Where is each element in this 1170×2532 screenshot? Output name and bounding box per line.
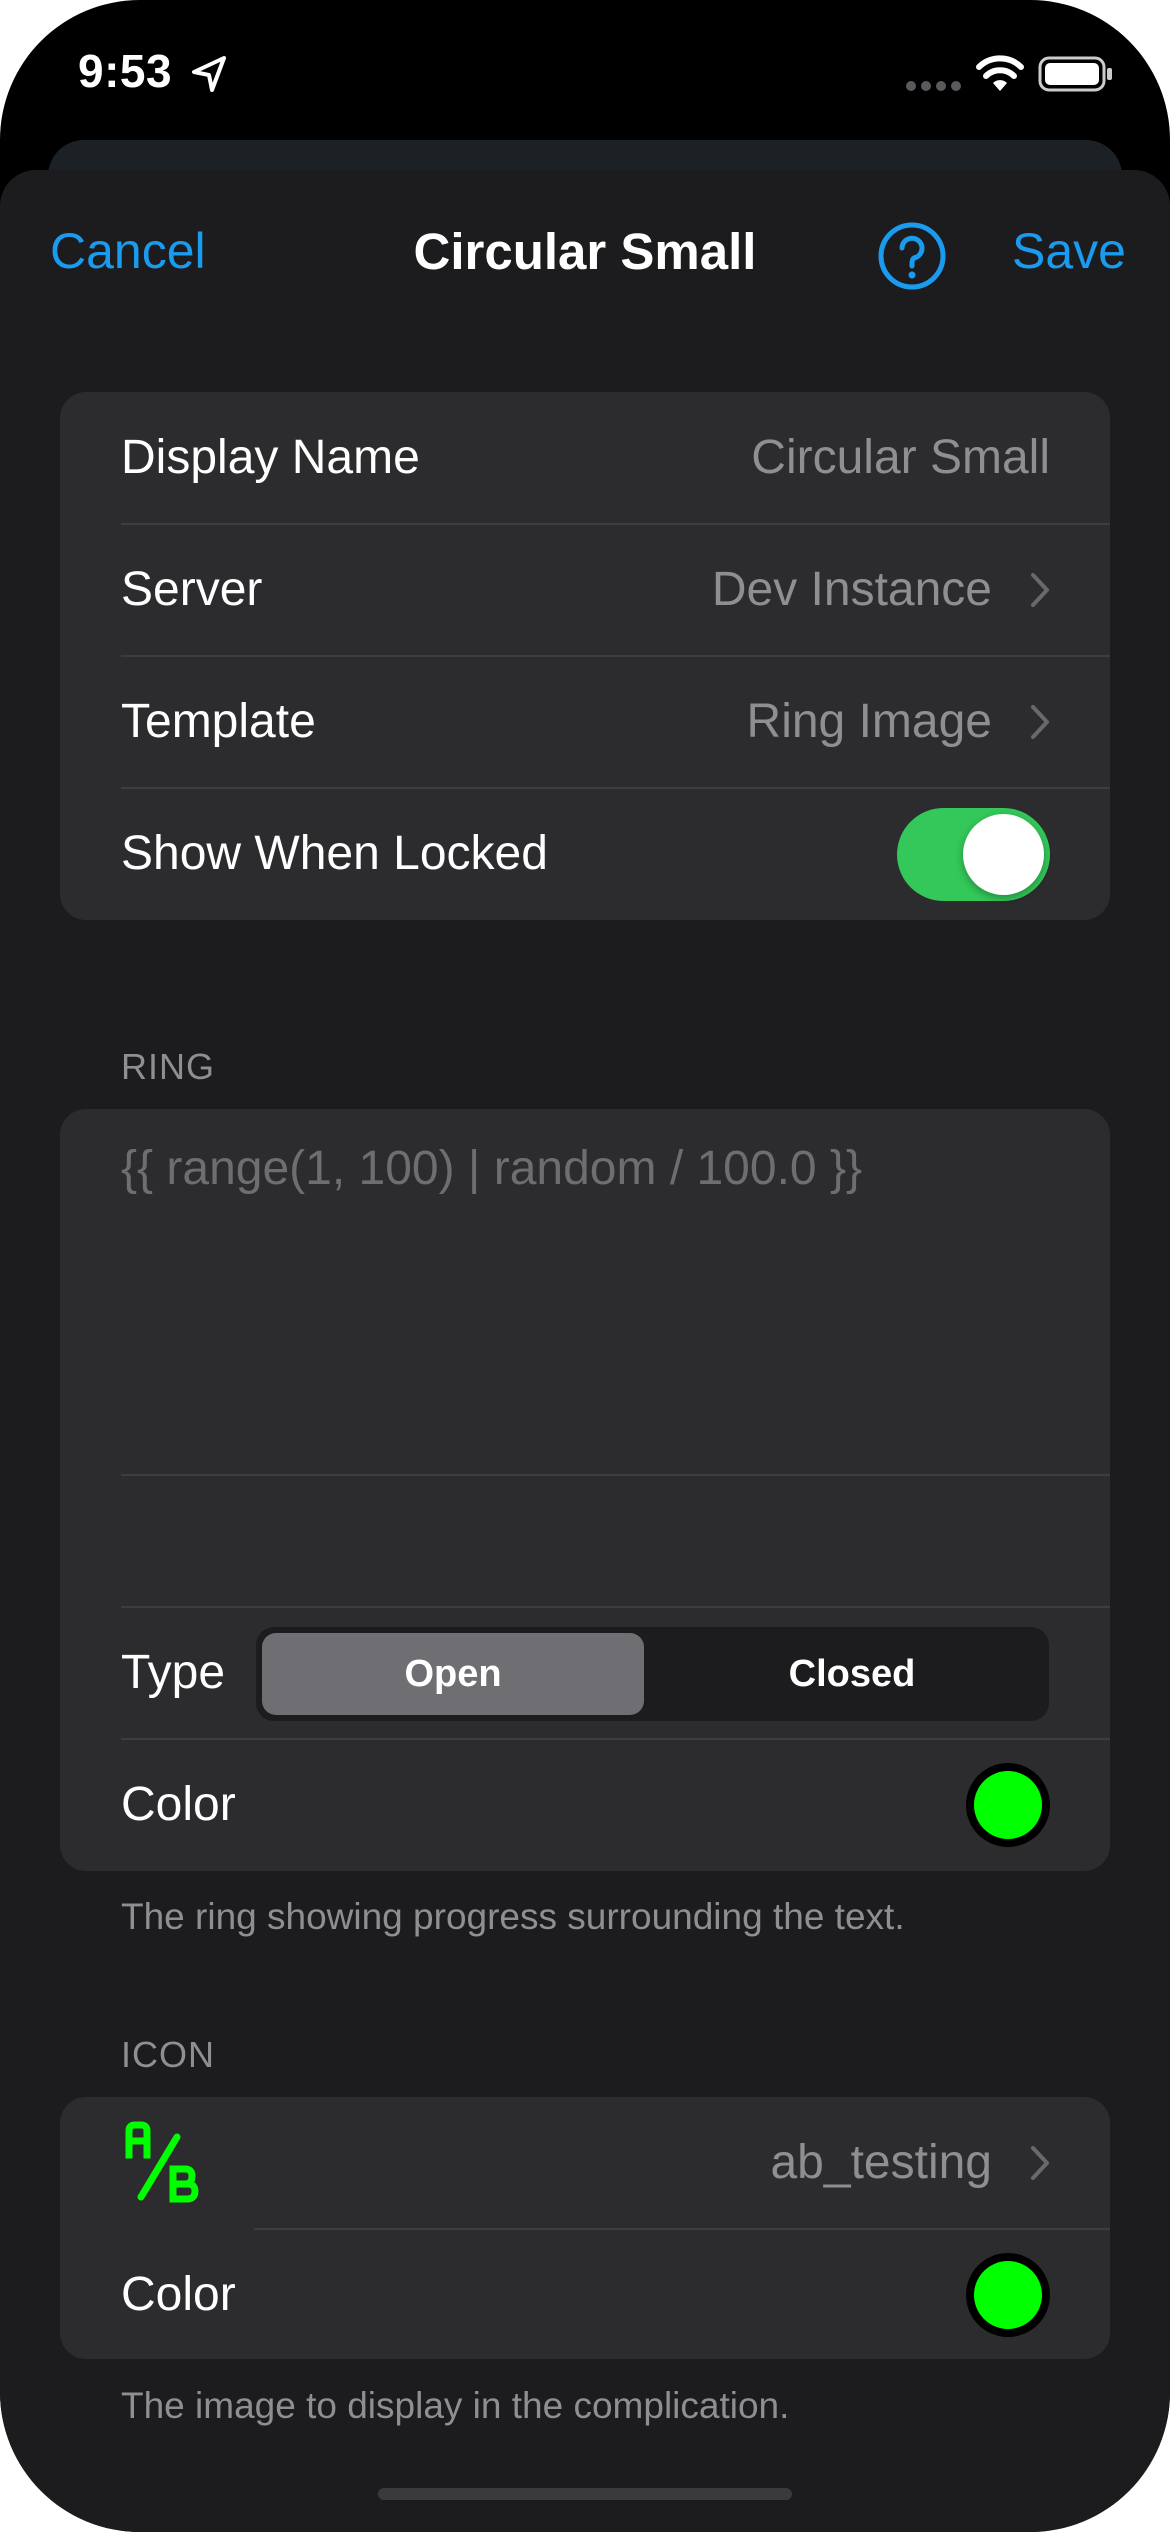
color-swatch <box>974 1771 1042 1839</box>
ring-color-well[interactable] <box>966 1763 1050 1847</box>
segment-closed[interactable]: Closed <box>661 1633 1043 1715</box>
device-screen: 9:53 Cancel Circular Small Save Display … <box>0 0 1170 2532</box>
cellular-signal-icon <box>906 81 961 91</box>
page-title: Circular Small <box>413 223 757 280</box>
template-row[interactable]: Template Ring Image <box>60 656 1110 788</box>
show-when-locked-label: Show When Locked <box>121 827 548 880</box>
icon-color-label: Color <box>121 2268 236 2321</box>
server-value: Dev Instance <box>711 563 992 616</box>
device-notch <box>340 0 830 100</box>
ab-testing-icon <box>125 2121 199 2203</box>
ring-color-label: Color <box>121 1778 236 1831</box>
help-question-icon[interactable] <box>876 220 948 292</box>
ring-type-label: Type <box>121 1646 226 1699</box>
status-bar: 9:53 <box>0 0 1170 150</box>
general-settings-group: Display Name Circular Small Server Dev I… <box>60 392 1110 920</box>
ring-color-row: Color <box>60 1739 1110 1871</box>
battery-icon <box>1038 56 1112 92</box>
ring-template-editor[interactable]: {{ range(1, 100) | random / 100.0 }} <box>60 1109 1110 1474</box>
wifi-icon <box>976 55 1024 91</box>
template-value: Ring Image <box>746 695 992 748</box>
status-time: 9:53 <box>78 45 173 97</box>
template-label: Template <box>121 695 316 748</box>
ring-empty-row <box>60 1475 1110 1606</box>
chevron-right-icon <box>1031 2146 1049 2180</box>
icon-section-header: ICON <box>121 2034 215 2075</box>
toggle-knob <box>963 814 1044 895</box>
icon-name-value: ab_testing <box>770 2136 992 2189</box>
color-swatch <box>974 2261 1042 2329</box>
show-when-locked-toggle[interactable] <box>897 808 1050 901</box>
icon-picker-row[interactable]: ab_testing <box>60 2097 1110 2229</box>
display-name-label: Display Name <box>121 431 420 484</box>
chevron-right-icon <box>1031 573 1049 607</box>
icon-settings-group: ab_testing Color <box>60 2097 1110 2359</box>
ring-type-segmented-control: Open Closed <box>256 1627 1049 1721</box>
chevron-right-icon <box>1031 705 1049 739</box>
ring-section-header: RING <box>121 1046 215 1087</box>
icon-section-footer: The image to display in the complication… <box>121 2385 790 2426</box>
save-button[interactable]: Save <box>1012 222 1126 280</box>
ring-settings-group: {{ range(1, 100) | random / 100.0 }} Typ… <box>60 1109 1110 1871</box>
server-row[interactable]: Server Dev Instance <box>60 524 1110 656</box>
icon-color-row: Color <box>60 2229 1110 2359</box>
icon-color-well[interactable] <box>966 2253 1050 2337</box>
home-indicator <box>378 2488 792 2500</box>
ring-template-text[interactable]: {{ range(1, 100) | random / 100.0 }} <box>121 1141 862 1196</box>
segment-open[interactable]: Open <box>262 1633 644 1715</box>
display-name-row[interactable]: Display Name Circular Small <box>60 392 1110 524</box>
server-label: Server <box>121 563 263 616</box>
show-when-locked-row: Show When Locked <box>60 788 1110 920</box>
ring-section-footer: The ring showing progress surrounding th… <box>121 1896 905 1937</box>
location-arrow-icon <box>192 56 226 92</box>
display-name-input[interactable]: Circular Small <box>751 392 1050 524</box>
ring-type-row: Type Open Closed <box>60 1607 1110 1739</box>
